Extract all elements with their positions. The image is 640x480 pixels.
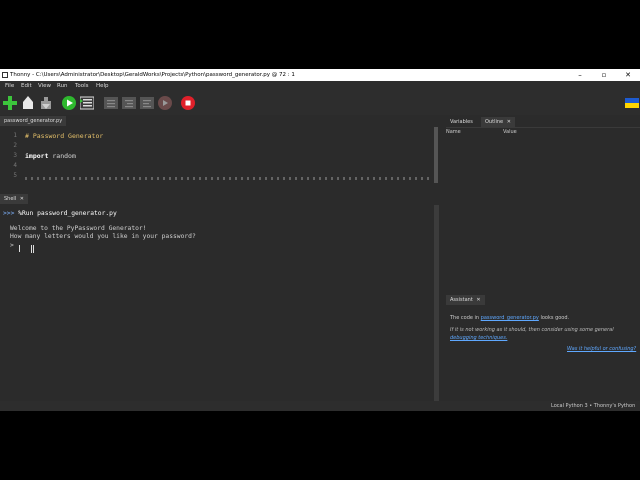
mouse-ibeam-cursor	[31, 245, 34, 253]
step-into-icon[interactable]	[122, 96, 136, 110]
keyword-import: import	[25, 152, 49, 160]
column-header-name[interactable]: Name	[446, 129, 461, 135]
code-editor[interactable]: 1 2 3 4 5 # Password Generator import ra…	[0, 127, 440, 183]
close-window-button[interactable]: ✕	[616, 69, 640, 81]
text-cursor	[19, 245, 20, 252]
shell-input-prompt: >	[10, 242, 14, 249]
shell-tab-bar: Shell ✕	[0, 194, 440, 204]
editor-tab-label: password_generator.py	[4, 118, 63, 124]
close-outline-tab-icon[interactable]: ✕	[507, 119, 511, 125]
shell-prompt: >>>	[3, 210, 15, 217]
menu-view[interactable]: View	[38, 81, 51, 91]
partially-visible-code-line	[25, 177, 430, 180]
tab-password-generator[interactable]: password_generator.py	[0, 116, 67, 126]
interpreter-status[interactable]: Local Python 3 • Thonny's Python	[551, 401, 635, 411]
shell-console[interactable]: >>> %Run password_generator.py Welcome t…	[0, 205, 439, 405]
save-file-icon[interactable]	[39, 96, 53, 110]
thonny-app-icon	[2, 72, 8, 78]
shell-run-line: >>> %Run password_generator.py	[3, 210, 117, 217]
menu-edit[interactable]: Edit	[21, 81, 32, 91]
debug-icon[interactable]	[80, 96, 94, 110]
module-name: random	[48, 152, 76, 160]
variables-panel: Name Value	[446, 127, 640, 295]
run-icon[interactable]	[62, 96, 76, 110]
code-line-import: import random	[25, 152, 76, 160]
shell-output-line: Welcome to the PyPassword Generator!	[10, 225, 147, 232]
maximize-button[interactable]: ▫	[592, 69, 616, 81]
debugging-techniques-link[interactable]: debugging techniques.	[450, 335, 507, 341]
code-file-link[interactable]: password_generator.py	[481, 315, 539, 321]
tab-assistant[interactable]: Assistant ✕	[446, 295, 485, 305]
assistant-panel: The code in password_generator.py looks …	[446, 305, 640, 405]
shell-command: %Run password_generator.py	[14, 210, 117, 217]
editor-scrollbar[interactable]	[434, 127, 438, 183]
line-number: 3	[13, 152, 17, 159]
tab-outline[interactable]: Outline ✕	[481, 117, 515, 127]
ukraine-flag-icon	[625, 98, 639, 108]
menu-bar: File Edit View Run Tools Help	[0, 81, 640, 91]
line-number: 1	[13, 132, 17, 139]
column-header-value[interactable]: Value	[503, 129, 517, 135]
editor-tab-bar: password_generator.py	[0, 116, 440, 126]
tab-variables[interactable]: Variables	[446, 117, 477, 127]
title-bar: Thonny - C:\Users\Administrator\Desktop\…	[0, 69, 640, 81]
menu-tools[interactable]: Tools	[75, 81, 89, 91]
stop-icon[interactable]	[181, 96, 195, 110]
minimize-button[interactable]: –	[568, 69, 592, 81]
assistant-hint-line: If it is not working as it should, then …	[450, 327, 614, 333]
line-number: 4	[13, 162, 17, 169]
variables-tab-bar: Variables Outline ✕	[446, 117, 640, 127]
tab-shell[interactable]: Shell ✕	[0, 194, 28, 204]
shell-tab-label: Shell	[4, 196, 17, 202]
assistant-tab-label: Assistant	[450, 297, 473, 303]
feedback-link[interactable]: Was it helpful or confusing?	[567, 346, 636, 352]
close-assistant-tab-icon[interactable]: ✕	[476, 297, 480, 303]
line-number: 5	[13, 172, 17, 179]
resume-icon[interactable]	[158, 96, 172, 110]
step-out-icon[interactable]	[140, 96, 154, 110]
menu-run[interactable]: Run	[57, 81, 68, 91]
variables-tab-label: Variables	[450, 119, 473, 125]
close-shell-tab-icon[interactable]: ✕	[20, 196, 24, 202]
outline-tab-label: Outline	[485, 119, 504, 125]
thonny-window: Thonny - C:\Users\Administrator\Desktop\…	[0, 69, 640, 411]
new-file-icon[interactable]	[3, 96, 17, 110]
shell-output-line: How many letters would you like in your …	[10, 233, 196, 240]
assistant-message: The code in password_generator.py looks …	[450, 315, 570, 321]
step-over-icon[interactable]	[104, 96, 118, 110]
status-bar: Local Python 3 • Thonny's Python	[0, 401, 640, 411]
line-number-gutter: 1 2 3 4 5	[0, 127, 22, 183]
toolbar	[0, 91, 640, 115]
assistant-tab-bar: Assistant ✕	[446, 295, 640, 305]
window-title: Thonny - C:\Users\Administrator\Desktop\…	[10, 72, 295, 78]
menu-file[interactable]: File	[5, 81, 14, 91]
open-file-icon[interactable]	[21, 96, 35, 110]
line-number: 2	[13, 142, 17, 149]
code-line-comment: # Password Generator	[25, 132, 104, 140]
menu-help[interactable]: Help	[96, 81, 109, 91]
shell-scrollbar[interactable]	[434, 205, 439, 401]
